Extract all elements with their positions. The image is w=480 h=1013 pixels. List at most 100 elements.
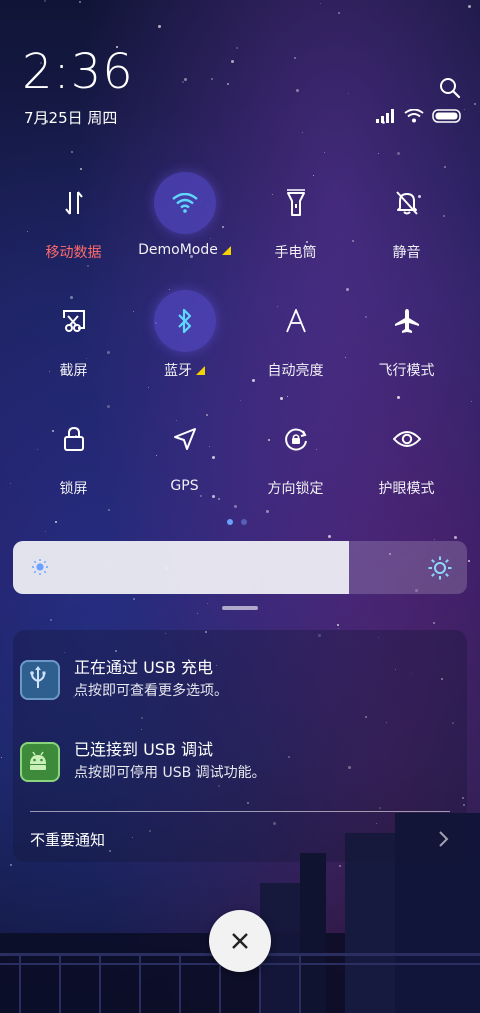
more-triangle-icon — [196, 365, 205, 375]
signal-icon — [376, 108, 396, 127]
bluetooth-icon — [153, 290, 216, 352]
brightness-low-icon — [31, 558, 49, 580]
brightness-slider[interactable] — [13, 541, 467, 594]
star — [1, 757, 3, 759]
tile-label: 方向锁定 — [267, 481, 324, 497]
quick-settings-grid: 移动数据 DemoMode 手电筒 静音 截屏 蓝牙 自动亮度 飞行模式 锁屏 … — [18, 172, 462, 526]
notification-usb-charging[interactable]: 正在通过 USB 充电 点按即可查看更多选项。 — [18, 658, 438, 702]
star — [230, 59, 234, 63]
rotation-lock-icon — [265, 408, 327, 470]
clear-all-button[interactable] — [209, 910, 271, 972]
tile-screenshot[interactable]: 截屏 — [18, 290, 129, 408]
usb-icon — [20, 660, 60, 700]
tile-wifi[interactable]: DemoMode — [129, 172, 240, 290]
star — [133, 597, 136, 600]
auto-brightness-icon — [265, 290, 327, 352]
tile-lock-screen[interactable]: 锁屏 — [18, 408, 129, 526]
tile-label: 静音 — [392, 245, 421, 261]
star — [197, 612, 199, 614]
star — [10, 483, 12, 485]
flashlight-icon — [265, 172, 327, 234]
clock[interactable]: 2:36 — [22, 46, 134, 98]
tile-mute[interactable]: 静音 — [351, 172, 462, 290]
star — [338, 12, 341, 15]
page-dot — [241, 519, 247, 525]
star — [183, 78, 187, 82]
star — [45, 530, 47, 532]
star — [226, 83, 229, 86]
star — [348, 92, 350, 94]
wifi-icon — [153, 172, 216, 234]
tile-gps[interactable]: GPS — [129, 408, 240, 526]
tile-airplane[interactable]: 飞行模式 — [351, 290, 462, 408]
star — [80, 167, 83, 170]
tile-label: DemoMode — [138, 242, 218, 258]
star — [433, 621, 436, 624]
battery-icon — [432, 108, 462, 127]
screenshot-icon — [43, 290, 105, 352]
star — [158, 24, 162, 28]
airplane-icon — [376, 290, 438, 352]
star — [70, 150, 73, 153]
tile-label: 自动亮度 — [267, 363, 324, 379]
star — [319, 2, 321, 4]
star — [377, 153, 379, 155]
tile-mobile-data[interactable]: 移动数据 — [18, 172, 129, 290]
panel-drag-handle[interactable] — [222, 606, 258, 610]
star — [44, 0, 47, 3]
search-icon[interactable] — [438, 76, 462, 100]
eye-icon — [376, 408, 438, 470]
star — [78, 0, 81, 3]
tile-label: 手电筒 — [274, 245, 317, 261]
star — [302, 131, 304, 133]
star — [328, 535, 332, 539]
star — [473, 103, 476, 106]
notification-usb-debugging[interactable]: 已连接到 USB 调试 点按即可停用 USB 调试功能。 — [18, 740, 438, 784]
star — [181, 81, 184, 84]
star — [471, 401, 473, 403]
tile-label: 截屏 — [59, 363, 88, 379]
star — [294, 56, 297, 59]
tile-rotation-lock[interactable]: 方向锁定 — [240, 408, 351, 526]
tile-flashlight[interactable]: 手电筒 — [240, 172, 351, 290]
location-arrow-icon — [154, 408, 216, 470]
page-indicator — [227, 519, 247, 525]
page-dot-active — [227, 519, 233, 525]
tile-auto-brightness[interactable]: 自动亮度 — [240, 290, 351, 408]
lock-icon — [43, 408, 105, 470]
star — [453, 536, 457, 540]
close-icon — [232, 933, 248, 949]
wifi-status-icon — [404, 108, 424, 127]
notification-title: 已连接到 USB 调试 — [74, 740, 214, 759]
tile-label: GPS — [170, 478, 199, 494]
unimportant-notifications-link[interactable]: 不重要通知 — [30, 829, 105, 850]
tile-label: 蓝牙 — [164, 363, 192, 379]
divider — [30, 811, 450, 812]
android-icon — [20, 742, 60, 782]
notification-description: 点按即可停用 USB 调试功能。 — [74, 765, 266, 781]
more-triangle-icon — [221, 245, 231, 255]
tile-eye-comfort[interactable]: 护眼模式 — [351, 408, 462, 526]
star — [337, 624, 340, 627]
brightness-high-icon — [428, 556, 452, 584]
tile-label: 锁屏 — [59, 481, 88, 497]
star — [206, 603, 208, 605]
tile-label: 飞行模式 — [378, 363, 435, 379]
star — [296, 89, 300, 93]
star — [467, 560, 470, 563]
tile-bluetooth[interactable]: 蓝牙 — [129, 290, 240, 408]
star — [236, 46, 239, 49]
star — [397, 151, 400, 155]
date[interactable]: 7月25日 周四 — [24, 107, 117, 128]
brightness-fill — [13, 541, 349, 594]
status-icons — [376, 108, 462, 126]
chevron-right-icon[interactable] — [438, 830, 450, 852]
star — [210, 77, 213, 80]
star — [467, 4, 471, 8]
tile-label: 移动数据 — [45, 245, 102, 261]
star — [50, 618, 53, 621]
star — [444, 166, 447, 169]
star — [323, 151, 325, 153]
mobile-data-icon — [43, 172, 105, 234]
mute-bell-icon — [376, 172, 438, 234]
